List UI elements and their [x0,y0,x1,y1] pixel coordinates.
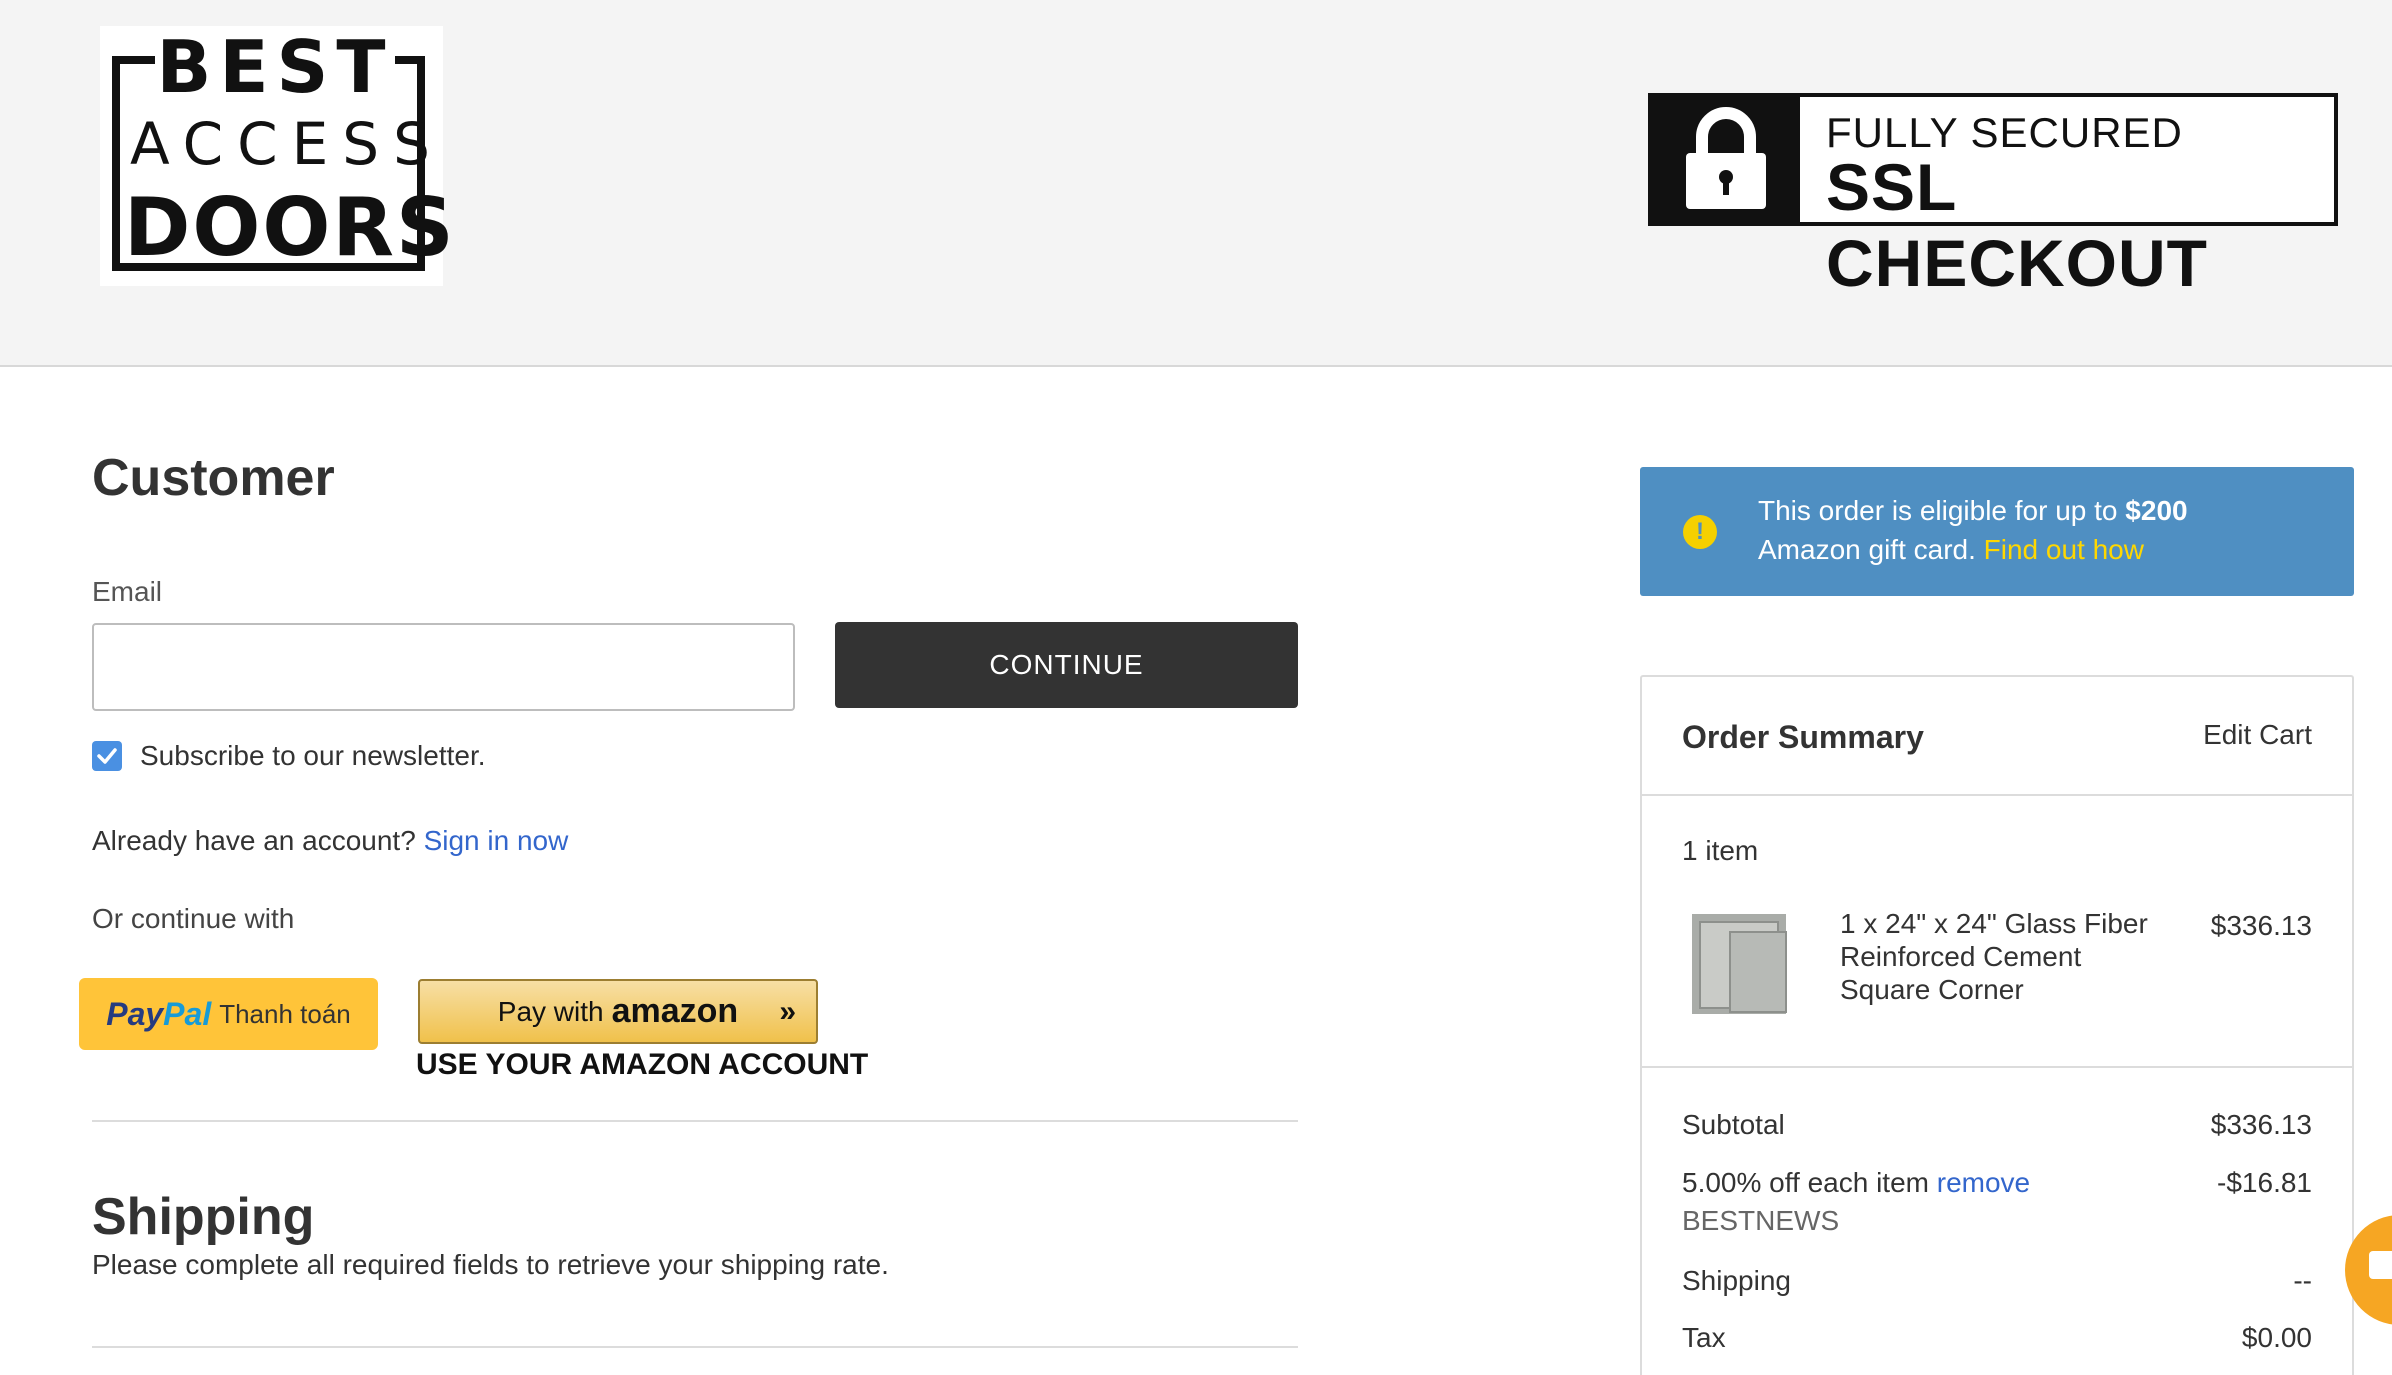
edit-cart-link[interactable]: Edit Cart [2203,719,2312,751]
order-summary-panel: Order Summary Edit Cart 1 item 1 x 24" x… [1640,675,2354,1375]
chat-bubble-icon [2369,1251,2392,1279]
continue-button[interactable]: CONTINUE [835,622,1298,708]
product-name-line3: Square Corner [1840,974,2024,1005]
notice-line1: This order is eligible for up to $200 [1758,495,2188,527]
newsletter-label: Subscribe to our newsletter. [140,740,486,771]
paypal-brand-1: Pay [106,995,164,1032]
exclamation-icon: ! [1683,515,1717,549]
amazon-pay-button[interactable]: Pay with amazon » [418,979,818,1044]
lock-icon [1652,97,1800,222]
amazon-caption: USE YOUR AMAZON ACCOUNT [416,1048,869,1081]
email-label: Email [92,576,163,607]
continue-with-label: Or continue with [92,903,295,934]
shipping-title: Shipping [92,1188,315,1246]
shipping-label: Shipping [1682,1265,1791,1296]
tax-value: $0.00 [2241,1322,2312,1353]
gift-card-notice: ! This order is eligible for up to $200 … [1640,467,2354,596]
account-prompt-text: Already have an account? [92,825,416,856]
notice-text-2: Amazon gift card. [1758,534,1976,565]
product-price: $336.13 [2210,910,2312,941]
sign-in-link[interactable]: Sign in now [424,825,569,856]
summary-separator [1642,1066,2352,1068]
logo-text-access: ACCESS [130,110,444,178]
logo-text-best: BEST [155,25,395,109]
subtotal-label: Subtotal [1682,1109,1785,1140]
discount-value: -$16.81 [2217,1167,2312,1198]
product-name-line1: 1 x 24" x 24" Glass Fiber [1840,908,2148,939]
site-header: BEST ACCESS DOORS FULLY SECURED SSL CHEC… [0,0,2392,367]
ssl-checkout-badge: FULLY SECURED SSL CHECKOUT [1648,93,2338,300]
notice-amount: $200 [2125,495,2188,526]
product-name-line2: Reinforced Cement [1840,941,2082,972]
checkmark-icon [97,748,117,764]
logo-text-doors: DOORS [124,181,456,274]
remove-discount-link[interactable]: remove [1937,1167,2030,1198]
discount-row: 5.00% off each item remove [1682,1167,2030,1199]
product-name[interactable]: 1 x 24" x 24" Glass Fiber Reinforced Cem… [1840,907,2148,1006]
ssl-badge-line2: SSL CHECKOUT [1826,150,2208,300]
shipping-message: Please complete all required fields to r… [92,1249,889,1280]
newsletter-checkbox[interactable] [92,741,122,771]
order-summary-title: Order Summary [1682,719,1924,755]
item-count: 1 item [1682,835,1759,866]
amazon-pay-prefix: Pay with [497,995,604,1027]
paypal-label: Thanh toán [219,998,351,1029]
paypal-brand-2: Pal [163,995,212,1032]
coupon-code: BESTNEWS [1682,1205,1840,1236]
customer-title: Customer [92,449,335,507]
product-thumbnail [1690,912,1792,1020]
tax-label: Tax [1682,1322,1726,1353]
email-input[interactable] [92,623,795,711]
notice-text-1: This order is eligible for up to [1758,495,2118,526]
discount-label: 5.00% off each item [1682,1167,1929,1198]
double-chevron-right-icon: » [779,995,796,1028]
amazon-brand: amazon [611,992,739,1030]
section-divider [92,1120,1298,1122]
best-access-doors-logo[interactable]: BEST ACCESS DOORS [100,25,456,286]
subtotal-value: $336.13 [2210,1109,2312,1140]
notice-line2: Amazon gift card. Find out how [1758,534,2144,566]
shipping-value: -- [2293,1265,2312,1296]
find-out-how-link[interactable]: Find out how [1984,534,2144,565]
section-divider [92,1346,1298,1348]
account-prompt: Already have an account? Sign in now [92,825,568,857]
summary-separator [1642,794,2352,796]
paypal-button[interactable]: Pay Pal Thanh toán [79,978,378,1050]
